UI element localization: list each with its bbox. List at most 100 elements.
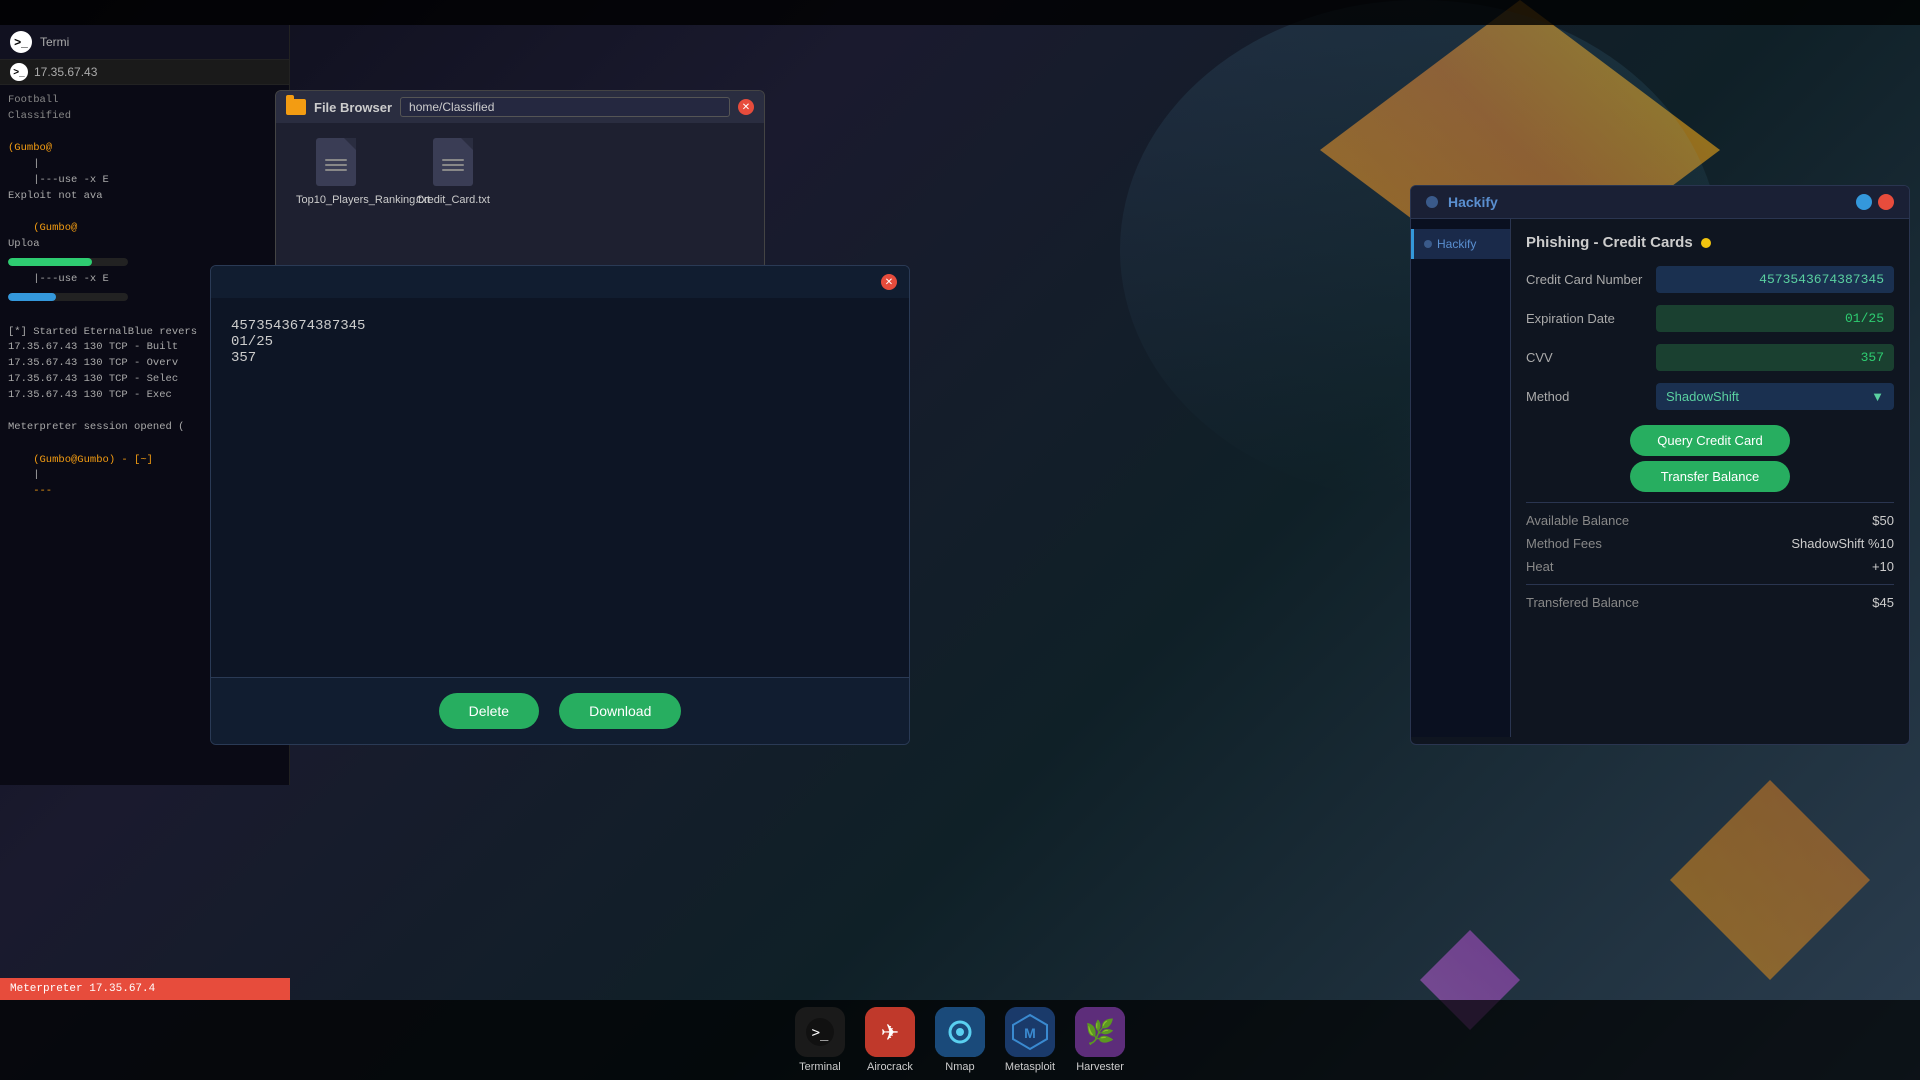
cvv-value: 357 bbox=[1656, 344, 1894, 371]
file-content-line-2: 01/25 bbox=[231, 334, 889, 350]
heat-value: +10 bbox=[1872, 559, 1894, 574]
method-value: ShadowShift bbox=[1666, 389, 1739, 404]
file-line-1a bbox=[325, 159, 347, 161]
airocrack-app-label: Airocrack bbox=[867, 1061, 913, 1073]
svg-text:✈: ✈ bbox=[881, 1020, 899, 1045]
svg-text:M: M bbox=[1024, 1025, 1036, 1041]
file-icon-2 bbox=[433, 138, 473, 186]
file-item-1[interactable]: Top10_Players_Ranking.txt bbox=[296, 138, 376, 206]
desktop: >_ Termi >_ 17.35.67.43 Football Classif… bbox=[0, 0, 1920, 1080]
terminal-line-6: Exploit not ava bbox=[8, 189, 281, 205]
metasploit-icon: M bbox=[1005, 1007, 1055, 1057]
expiration-row: Expiration Date 01/25 bbox=[1526, 305, 1894, 332]
file-line-1c bbox=[325, 169, 347, 171]
window-controls bbox=[1856, 194, 1894, 210]
file-dialog-footer: Delete Download bbox=[211, 677, 909, 744]
file-line-2c bbox=[442, 169, 464, 171]
meterpreter-text: Meterpreter 17.35.67.4 bbox=[10, 983, 155, 995]
file-line-2b bbox=[442, 164, 464, 166]
credit-card-row: Credit Card Number 4573543674387345 bbox=[1526, 266, 1894, 293]
taskbar-app-metasploit[interactable]: M Metasploit bbox=[1005, 1007, 1055, 1073]
taskbar-bottom: >_ Terminal ✈ Airocrack Nm bbox=[0, 1000, 1920, 1080]
terminal-title-label: Termi bbox=[40, 35, 69, 49]
terminal-icon: >_ bbox=[10, 31, 32, 53]
info-divider bbox=[1526, 502, 1894, 503]
path-bar[interactable]: home/Classified bbox=[400, 97, 730, 117]
file-name-1: Top10_Players_Ranking.txt bbox=[296, 194, 376, 206]
sidebar-dot-1 bbox=[1424, 240, 1432, 248]
file-browser-body: Top10_Players_Ranking.txt Credit_Card.tx… bbox=[276, 123, 764, 221]
terminal-app-icon: >_ bbox=[795, 1007, 845, 1057]
heat-label: Heat bbox=[1526, 559, 1553, 574]
chevron-down-icon: ▼ bbox=[1871, 389, 1884, 404]
section-title-text: Phishing - Credit Cards bbox=[1526, 234, 1693, 251]
hackify-sidebar: Hackify bbox=[1411, 219, 1511, 737]
taskbar-app-airocrack[interactable]: ✈ Airocrack bbox=[865, 1007, 915, 1073]
file-browser-window: File Browser home/Classified ✕ Top10_Pla… bbox=[275, 90, 765, 270]
terminal-line-7: (Gumbo@ bbox=[8, 221, 281, 237]
meterpreter-bar: Meterpreter 17.35.67.4 bbox=[0, 978, 290, 1000]
bg-decoration-3 bbox=[1670, 780, 1870, 980]
cvv-row: CVV 357 bbox=[1526, 344, 1894, 371]
terminal-header: >_ Termi bbox=[0, 25, 289, 60]
available-balance-row: Available Balance $50 bbox=[1526, 513, 1894, 528]
method-fees-label: Method Fees bbox=[1526, 536, 1602, 551]
terminal-line-3: (Gumbo@ bbox=[8, 141, 281, 157]
terminal-line-1: Football bbox=[8, 93, 281, 109]
progress-bar-2 bbox=[8, 293, 128, 301]
nmap-app-label: Nmap bbox=[945, 1061, 974, 1073]
progress-fill-2 bbox=[8, 293, 56, 301]
hackify-close-button[interactable] bbox=[1878, 194, 1894, 210]
nmap-app-icon bbox=[935, 1007, 985, 1057]
minimize-button[interactable] bbox=[1856, 194, 1872, 210]
transferred-balance-row: Transfered Balance $45 bbox=[1526, 595, 1894, 610]
file-content-dialog: ✕ 4573543674387345 01/25 357 Delete Down… bbox=[210, 265, 910, 745]
file-line-2a bbox=[442, 159, 464, 161]
method-select[interactable]: ShadowShift ▼ bbox=[1656, 383, 1894, 410]
heat-row: Heat +10 bbox=[1526, 559, 1894, 574]
file-name-2: Credit_Card.txt bbox=[416, 194, 490, 206]
file-browser-close-button[interactable]: ✕ bbox=[738, 99, 754, 115]
sidebar-item-hackify[interactable]: Hackify bbox=[1411, 229, 1510, 259]
file-item-2[interactable]: Credit_Card.txt bbox=[416, 138, 490, 206]
hackify-content: Hackify Phishing - Credit Cards Credit C… bbox=[1411, 219, 1909, 737]
terminal-ip: 17.35.67.43 bbox=[34, 65, 97, 79]
progress-bar-1 bbox=[8, 258, 128, 266]
hackify-window-title: Hackify bbox=[1448, 194, 1498, 210]
info-divider-2 bbox=[1526, 584, 1894, 585]
transfer-balance-button[interactable]: Transfer Balance bbox=[1630, 461, 1790, 492]
status-indicator bbox=[1701, 238, 1711, 248]
file-browser-titlebar: File Browser home/Classified ✕ bbox=[276, 91, 764, 123]
terminal-app-label: Terminal bbox=[799, 1061, 841, 1073]
metasploit-app-icon: M bbox=[1005, 1007, 1055, 1057]
download-button[interactable]: Download bbox=[559, 693, 681, 729]
terminal-icon-2: >_ bbox=[10, 63, 28, 81]
transferred-balance-label: Transfered Balance bbox=[1526, 595, 1639, 610]
taskbar-app-nmap[interactable]: Nmap bbox=[935, 1007, 985, 1073]
progress-fill-1 bbox=[8, 258, 92, 266]
file-line-1b bbox=[325, 164, 347, 166]
terminal-line-2: Classified bbox=[8, 109, 281, 125]
upload-label: Uploa bbox=[8, 238, 40, 250]
expiration-value: 01/25 bbox=[1656, 305, 1894, 332]
metasploit-app-label: Metasploit bbox=[1005, 1061, 1055, 1073]
taskbar-app-harvester[interactable]: 🌿 Harvester bbox=[1075, 1007, 1125, 1073]
harvester-icon: 🌿 bbox=[1075, 1007, 1125, 1057]
file-content-line-1: 4573543674387345 bbox=[231, 318, 889, 334]
svg-text:🌿: 🌿 bbox=[1085, 1018, 1115, 1046]
credit-card-label: Credit Card Number bbox=[1526, 272, 1656, 287]
taskbar-app-terminal[interactable]: >_ Terminal bbox=[795, 1007, 845, 1073]
transferred-balance-value: $45 bbox=[1872, 595, 1894, 610]
query-credit-card-button[interactable]: Query Credit Card bbox=[1630, 425, 1790, 456]
hackify-titlebar: Hackify bbox=[1411, 186, 1909, 219]
file-content-line-3: 357 bbox=[231, 350, 889, 366]
sidebar-label-hackify: Hackify bbox=[1437, 237, 1476, 251]
file-dialog-body: 4573543674387345 01/25 357 bbox=[211, 298, 909, 677]
file-dialog-close-button[interactable]: ✕ bbox=[881, 274, 897, 290]
delete-button[interactable]: Delete bbox=[439, 693, 539, 729]
terminal-icon: >_ bbox=[806, 1018, 834, 1046]
terminal-line-5: |---use -x E bbox=[8, 173, 281, 189]
hackify-dot bbox=[1426, 196, 1438, 208]
hackify-panel: Hackify Hackify Phishing - Credit Cards bbox=[1410, 185, 1910, 745]
airocrack-icon: ✈ bbox=[865, 1007, 915, 1057]
